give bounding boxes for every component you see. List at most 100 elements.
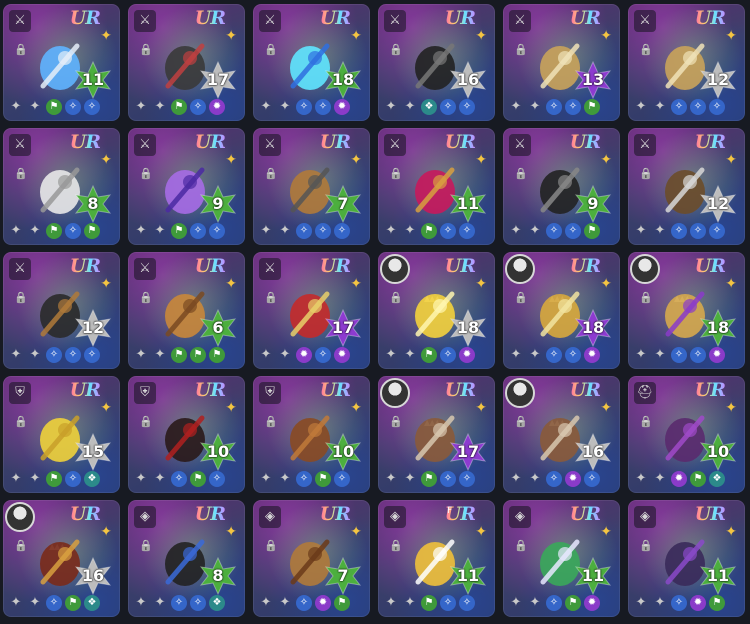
equipment-card[interactable]: ⚔ UR ✦ 🔒 16 ✦ ✦ ❖ ✧ ✧	[378, 4, 495, 121]
gray-substat-icon: ✦	[154, 471, 166, 486]
lock-icon[interactable]: 🔒	[638, 290, 654, 306]
rarity-label: UR	[569, 503, 601, 525]
lock-icon[interactable]: 🔒	[513, 290, 529, 306]
lock-icon[interactable]: 🔒	[513, 42, 529, 58]
gray-substat-icon: ✦	[29, 471, 41, 486]
star-icon: ✦	[475, 276, 487, 292]
blue-substat-icon: ✧	[190, 223, 206, 239]
lock-icon[interactable]: 🔒	[388, 414, 404, 430]
equipment-card[interactable]: ⛨ UR ✦ 🔒 10 ✦ ✦ ✧ ⚑ ✧	[128, 376, 245, 493]
level-badge: 18	[699, 309, 737, 347]
lock-icon[interactable]: 🔒	[13, 538, 29, 554]
blue-substat-icon: ✧	[546, 471, 562, 487]
equipment-card[interactable]: UR✦🔒▲▲▲17✦✦⚑✧✧	[378, 376, 495, 493]
equipment-card[interactable]: ⚔ UR ✦ 🔒 11 ✦ ✦ ⚑ ✧ ✧	[3, 4, 120, 121]
star-icon: ✦	[350, 152, 362, 168]
sword-icon: ⚔	[134, 258, 156, 280]
equipment-card[interactable]: UR✦🔒▲▲▲16✦✦✧⚑❖	[3, 500, 120, 617]
lock-icon[interactable]: 🔒	[513, 538, 529, 554]
lock-icon[interactable]: 🔒	[13, 290, 29, 306]
equipment-card[interactable]: ⚔ UR ✦ 🔒 13 ✦ ✦ ✧ ✧ ⚑	[503, 4, 620, 121]
level-value: 16	[456, 70, 480, 89]
lock-icon[interactable]: 🔒	[13, 166, 29, 182]
lock-icon[interactable]: 🔒	[263, 414, 279, 430]
equipment-card[interactable]: ⚔ UR ✦ 🔒 12 ✦ ✦ ✧ ✧ ✧	[628, 128, 745, 245]
equipment-card[interactable]: ⛨ UR ✦ 🔒 15 ✦ ✦ ⚑ ✧ ❖	[3, 376, 120, 493]
equipment-card[interactable]: ⛑ UR ✦ 🔒 10 ✦ ✦ ✹ ⚑ ❖	[628, 376, 745, 493]
blue-substat-icon: ✧	[315, 223, 331, 239]
equipment-card[interactable]: ⚔ UR ✦ 🔒 7 ✦ ✦ ✧ ✧ ✧	[253, 128, 370, 245]
rarity-label: UR	[569, 255, 601, 277]
lock-icon[interactable]: 🔒	[263, 166, 279, 182]
equipment-card[interactable]: ⚔ UR ✦ 🔒 11 ✦ ✦ ⚑ ✧ ✧	[378, 128, 495, 245]
level-value: 18	[331, 70, 355, 89]
level-badge: 18	[574, 309, 612, 347]
equipment-card[interactable]: UR✦🔒▲▲▲18✦✦✧✧✹	[503, 252, 620, 369]
lock-icon[interactable]: 🔒	[388, 538, 404, 554]
level-badge: 11	[699, 557, 737, 595]
equipment-card[interactable]: ◈ UR ✦ 🔒 7 ✦ ✦ ✧ ✹ ⚑	[253, 500, 370, 617]
gray-substat-icon: ✦	[635, 347, 647, 362]
lock-icon[interactable]: 🔒	[13, 42, 29, 58]
lock-icon[interactable]: 🔒	[513, 414, 529, 430]
gray-substat-icon: ✦	[154, 99, 166, 114]
equipment-card[interactable]: UR✦🔒▲▲▲16✦✦✧✹✧	[503, 376, 620, 493]
equipment-card[interactable]: ⚔ UR ✦ 🔒 12 ✦ ✦ ✧ ✧ ✧	[628, 4, 745, 121]
equipment-card[interactable]: ◈ UR ✦ 🔒 8 ✦ ✦ ✧ ✧ ❖	[128, 500, 245, 617]
lock-icon[interactable]: 🔒	[263, 538, 279, 554]
lock-icon[interactable]: 🔒	[263, 290, 279, 306]
level-badge: 9	[574, 185, 612, 223]
lock-icon[interactable]: 🔒	[513, 166, 529, 182]
equipment-card[interactable]: ◈ UR ✦ 🔒 11 ✦ ✦ ✧ ✹ ⚑	[628, 500, 745, 617]
equipment-card[interactable]: ⚔ UR ✦ 🔒 6 ✦ ✦ ⚑ ⚑ ⚑	[128, 252, 245, 369]
lock-icon[interactable]: 🔒	[638, 414, 654, 430]
equipment-card[interactable]: ⚔ UR ✦ 🔒 9 ✦ ✦ ⚑ ✧ ✧	[128, 128, 245, 245]
lock-icon[interactable]: 🔒	[138, 414, 154, 430]
star-icon: ✦	[225, 400, 237, 416]
lock-icon[interactable]: 🔒	[388, 166, 404, 182]
blue-substat-icon: ✧	[565, 223, 581, 239]
lock-icon[interactable]: 🔒	[138, 42, 154, 58]
blue-substat-icon: ✧	[65, 471, 81, 487]
sword-icon: ⚔	[9, 10, 31, 32]
equipment-card[interactable]: ⚔ UR ✦ 🔒 9 ✦ ✦ ✧ ✧ ⚑	[503, 128, 620, 245]
lock-icon[interactable]: 🔒	[138, 538, 154, 554]
gray-substat-icon: ✦	[385, 99, 397, 114]
blue-substat-icon: ✧	[440, 223, 456, 239]
substat-icons: ✦ ✦ ✧ ⚑ ✧	[258, 470, 365, 488]
equipment-card[interactable]: ◈ UR ✦ 🔒 11 ✦ ✦ ✧ ⚑ ✹	[503, 500, 620, 617]
sword-icon: ⚔	[384, 134, 406, 156]
lock-icon[interactable]: 🔒	[638, 42, 654, 58]
lock-icon[interactable]: 🔒	[638, 538, 654, 554]
equipment-card[interactable]: ⚔ UR ✦ 🔒 12 ✦ ✦ ✧ ✧ ✧	[3, 252, 120, 369]
blue-substat-icon: ✧	[671, 223, 687, 239]
lock-icon[interactable]: 🔒	[388, 42, 404, 58]
equipment-card[interactable]: ⚔ UR ✦ 🔒 17 ✦ ✦ ⚑ ✧ ✹	[128, 4, 245, 121]
blue-substat-icon: ✧	[171, 471, 187, 487]
equipment-card[interactable]: ◈ UR ✦ 🔒 11 ✦ ✦ ⚑ ✧ ✧	[378, 500, 495, 617]
level-value: 9	[212, 194, 224, 213]
equipment-card[interactable]: UR✦🔒▲▲▲18✦✦✧✧✹	[628, 252, 745, 369]
substat-icons: ✦ ✦ ✧ ✹ ⚑	[258, 594, 365, 612]
equipment-card[interactable]: ⚔ UR ✦ 🔒 8 ✦ ✦ ⚑ ✧ ⚑	[3, 128, 120, 245]
star-icon: ✦	[600, 152, 612, 168]
equipment-card[interactable]: ⛨ UR ✦ 🔒 10 ✦ ✦ ✧ ⚑ ✧	[253, 376, 370, 493]
lock-icon[interactable]: 🔒	[13, 414, 29, 430]
star-icon: ✦	[475, 152, 487, 168]
lock-icon[interactable]: 🔒	[638, 166, 654, 182]
sword-icon: ⚔	[634, 10, 656, 32]
rarity-label: UR	[694, 255, 726, 277]
gray-substat-icon: ✦	[404, 223, 416, 238]
equipment-card[interactable]: UR✦🔒▲▲▲18✦✦⚑✧✹	[378, 252, 495, 369]
gray-substat-icon: ✦	[29, 223, 41, 238]
lock-icon[interactable]: 🔒	[388, 290, 404, 306]
lock-icon[interactable]: 🔒	[263, 42, 279, 58]
star-icon: ✦	[350, 524, 362, 540]
lock-icon[interactable]: 🔒	[138, 166, 154, 182]
blue-substat-icon: ✧	[334, 223, 350, 239]
gray-substat-icon: ✦	[260, 347, 272, 362]
gray-substat-icon: ✦	[135, 223, 147, 238]
equipment-card[interactable]: ⚔ UR ✦ 🔒 18 ✦ ✦ ✧ ✧ ✹	[253, 4, 370, 121]
lock-icon[interactable]: 🔒	[138, 290, 154, 306]
equipment-card[interactable]: ⚔ UR ✦ 🔒 17 ✦ ✦ ✹ ✧ ✹	[253, 252, 370, 369]
